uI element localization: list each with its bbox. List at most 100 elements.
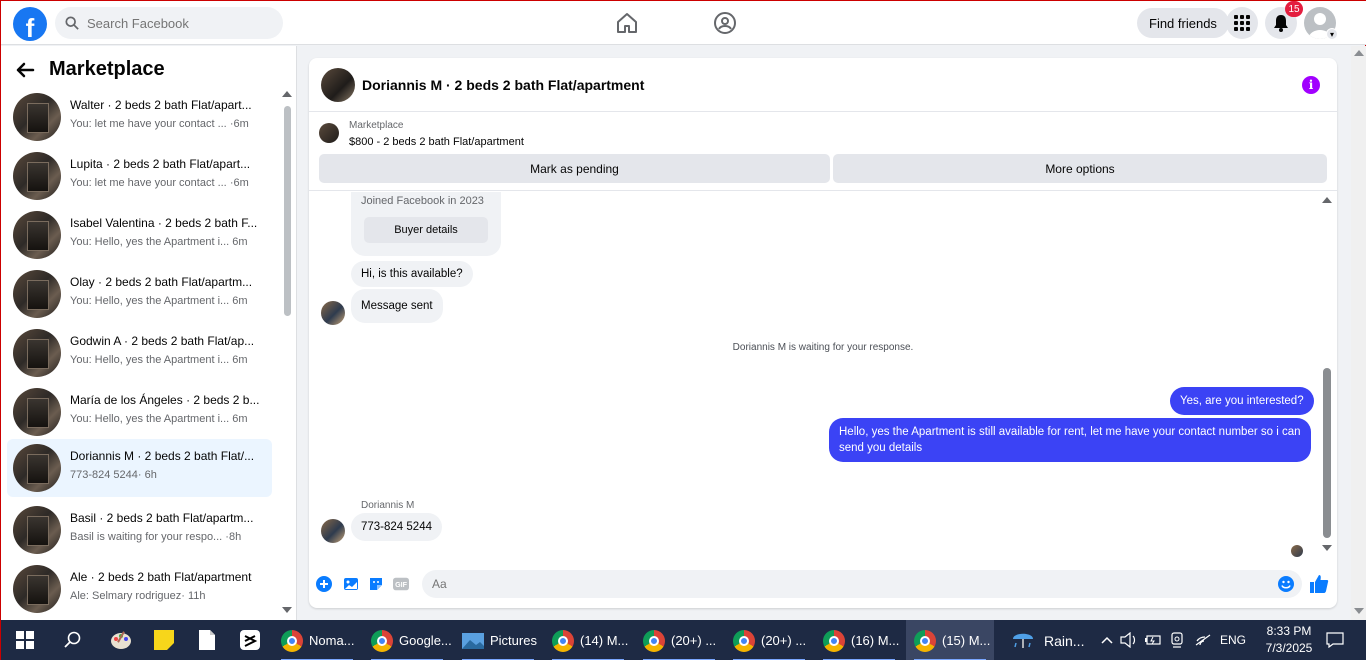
- pictures-icon: [462, 632, 484, 649]
- marketplace-sidebar: Marketplace Walter · 2 beds 2 bath Flat/…: [1, 46, 297, 620]
- conversation-item[interactable]: Ale · 2 beds 2 bath Flat/apartment Ale: …: [7, 560, 272, 618]
- notification-badge: 15: [1285, 1, 1303, 17]
- paint-icon[interactable]: [109, 628, 133, 652]
- like-icon[interactable]: [1309, 574, 1329, 594]
- chrome-icon: [914, 629, 936, 652]
- sidebar-scroll-thumb[interactable]: [284, 106, 291, 316]
- sticker-icon[interactable]: [368, 576, 384, 592]
- photo-icon[interactable]: [343, 576, 359, 592]
- conversation-preview: You: Hello, yes the Apartment i...: [70, 354, 230, 366]
- top-bar: f Find friends 15 ▾: [1, 1, 1366, 45]
- more-options-button[interactable]: More options: [833, 154, 1327, 183]
- scroll-up-icon[interactable]: [1321, 196, 1333, 204]
- conversation-time: · 11h: [181, 590, 206, 602]
- conversation-time: 6m: [232, 413, 248, 425]
- conversation-item[interactable]: Godwin A · 2 beds 2 bath Flat/ap... You:…: [7, 324, 272, 382]
- page-scrollbar[interactable]: [1351, 46, 1366, 620]
- weather-text[interactable]: Rain...: [1044, 633, 1084, 649]
- search-icon: [65, 16, 79, 30]
- chat-title[interactable]: Doriannis M · 2 beds 2 bath Flat/apartme…: [362, 77, 644, 93]
- scroll-down-icon[interactable]: [1354, 608, 1364, 614]
- notification-center-icon[interactable]: [1323, 628, 1347, 652]
- windows-start-icon[interactable]: [13, 628, 37, 652]
- conversation-item-active[interactable]: Doriannis M · 2 beds 2 bath Flat/... 773…: [7, 439, 272, 497]
- conversation-preview: Ale: Selmary rodriguez: [70, 590, 182, 602]
- conversation-name: Doriannis M · 2 beds 2 bath Flat/...: [70, 449, 255, 463]
- taskbar-app-google[interactable]: Google...: [363, 620, 452, 660]
- mark-as-pending-button[interactable]: Mark as pending: [319, 154, 830, 183]
- chevron-up-icon[interactable]: [1095, 628, 1119, 652]
- info-icon[interactable]: i: [1302, 76, 1320, 94]
- message-input[interactable]: [422, 570, 1302, 598]
- taskbar-app-chrome-20a[interactable]: (20+) ...: [635, 620, 723, 660]
- conversation-item[interactable]: Walter · 2 beds 2 bath Flat/apart... You…: [7, 88, 272, 146]
- listing-thumbnail: [13, 211, 61, 259]
- volume-icon[interactable]: [1117, 628, 1141, 652]
- sender-avatar[interactable]: [321, 519, 345, 543]
- sticky-notes-icon[interactable]: [152, 628, 176, 652]
- conversation-item[interactable]: Basil · 2 beds 2 bath Flat/apartm... Bas…: [7, 501, 272, 559]
- scroll-up-icon[interactable]: [282, 90, 292, 98]
- listing-thumbnail: [13, 565, 61, 613]
- listing-thumbnail[interactable]: [319, 123, 339, 143]
- rain-weather-icon[interactable]: [1011, 628, 1035, 652]
- taskbar-app-chrome-15[interactable]: (15) M...: [906, 620, 994, 660]
- chat-scrollbar[interactable]: [1321, 196, 1333, 556]
- gif-icon[interactable]: GIF: [393, 576, 409, 592]
- language-indicator[interactable]: ENG: [1220, 633, 1246, 647]
- conversation-item[interactable]: Isabel Valentina · 2 beds 2 bath F... Yo…: [7, 206, 272, 264]
- plus-icon[interactable]: [316, 576, 332, 592]
- clock-date[interactable]: 7/3/2025: [1261, 641, 1317, 655]
- conversation-time: ·6m: [229, 118, 249, 130]
- emoji-icon[interactable]: [1278, 576, 1294, 592]
- clock-time[interactable]: 8:33 PM: [1261, 624, 1317, 638]
- buyer-details-button[interactable]: Buyer details: [364, 217, 488, 243]
- file-icon[interactable]: [195, 628, 219, 652]
- search-icon[interactable]: [61, 628, 85, 652]
- conversation-preview: You: Hello, yes the Apartment i...: [70, 295, 230, 307]
- capcut-icon[interactable]: [238, 628, 262, 652]
- sender-name: Doriannis M: [361, 500, 415, 511]
- buyer-info-card: Joined Facebook in 2023 Buyer details: [351, 192, 501, 256]
- taskbar-app-pictures[interactable]: Pictures: [454, 620, 542, 660]
- chat-listing-avatar[interactable]: [321, 68, 355, 102]
- meet-icon[interactable]: [1165, 628, 1189, 652]
- search-box[interactable]: [55, 7, 283, 39]
- search-input[interactable]: [87, 15, 267, 31]
- conversation-time: ·8h: [225, 531, 242, 543]
- bell-icon: [1274, 15, 1288, 32]
- svg-text:GIF: GIF: [395, 581, 408, 589]
- conversation-item[interactable]: Lupita · 2 beds 2 bath Flat/apart... You…: [7, 147, 272, 205]
- conversation-preview: You: Hello, yes the Apartment i...: [70, 236, 230, 248]
- sender-avatar[interactable]: [321, 301, 345, 325]
- scroll-up-icon[interactable]: [1354, 50, 1364, 56]
- taskbar-app-chrome-20b[interactable]: (20+) ...: [725, 620, 813, 660]
- scroll-down-icon[interactable]: [1321, 544, 1333, 552]
- sidebar-scrollbar[interactable]: [282, 90, 292, 618]
- conversation-item[interactable]: María de los Ángeles · 2 beds 2 b... You…: [7, 383, 272, 441]
- chevron-down-icon[interactable]: ▾: [1326, 28, 1338, 40]
- outgoing-message: Yes, are you interested?: [1170, 387, 1314, 415]
- taskbar-app-chrome-14[interactable]: (14) M...: [544, 620, 632, 660]
- chrome-icon: [552, 629, 574, 652]
- facebook-logo[interactable]: f: [13, 7, 47, 41]
- menu-grid-button[interactable]: [1226, 7, 1258, 39]
- groups-icon[interactable]: [713, 11, 737, 35]
- conversation-name: Godwin A · 2 beds 2 bath Flat/ap...: [70, 334, 255, 348]
- scroll-down-icon[interactable]: [282, 606, 292, 614]
- conversation-name: María de los Ángeles · 2 beds 2 b...: [70, 393, 260, 407]
- conversation-item[interactable]: Olay · 2 beds 2 bath Flat/apartm... You:…: [7, 265, 272, 323]
- taskbar-app-nomad[interactable]: Noma...: [273, 620, 361, 660]
- outgoing-message: Hello, yes the Apartment is still availa…: [829, 418, 1311, 462]
- chat-scroll-thumb[interactable]: [1323, 368, 1331, 538]
- conversation-name: Olay · 2 beds 2 bath Flat/apartm...: [70, 275, 253, 289]
- listing-price[interactable]: $800 - 2 beds 2 bath Flat/apartment: [349, 136, 524, 148]
- taskbar-app-chrome-16[interactable]: (16) M...: [815, 620, 903, 660]
- incoming-message: Hi, is this available?: [351, 261, 473, 287]
- battery-icon[interactable]: [1141, 628, 1165, 652]
- find-friends-button[interactable]: Find friends: [1137, 8, 1229, 38]
- home-icon[interactable]: [615, 11, 639, 35]
- wifi-icon[interactable]: [1191, 628, 1215, 652]
- back-arrow-icon[interactable]: [15, 60, 35, 80]
- conversation-name: Basil · 2 beds 2 bath Flat/apartm...: [70, 511, 254, 525]
